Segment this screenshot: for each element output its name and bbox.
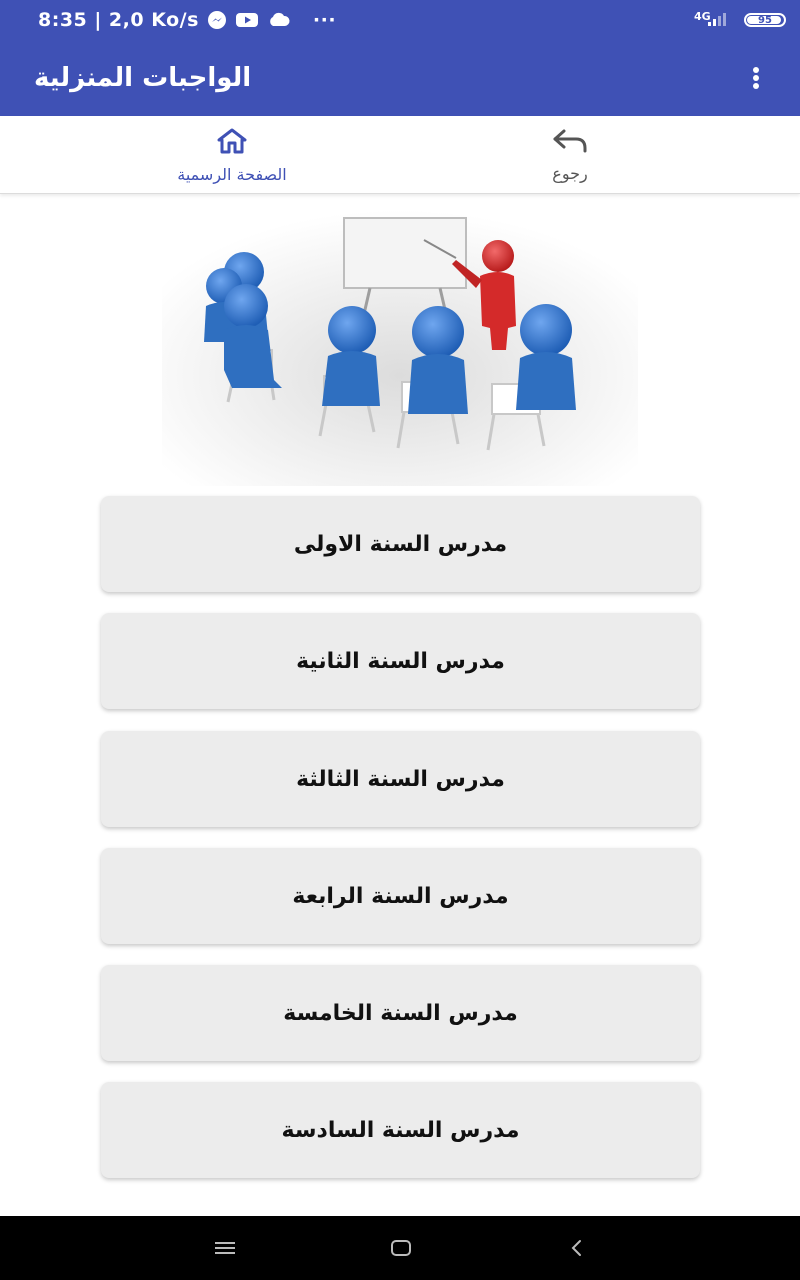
battery-icon: 95 xyxy=(744,13,786,27)
network-type: 4G xyxy=(694,9,711,23)
toolbar: الصفحة الرسمية رجوع xyxy=(0,116,800,194)
grade-1-teacher-button[interactable]: مدرس السنة الاولى xyxy=(101,496,700,592)
youtube-icon xyxy=(235,11,259,29)
grade-1-label: مدرس السنة الاولى xyxy=(293,531,508,557)
status-right: 4G 95 xyxy=(694,10,786,31)
status-left: 8:35 | 2,0 Ko/s ··· xyxy=(38,9,336,31)
grade-4-teacher-button[interactable]: مدرس السنة الرابعة xyxy=(101,848,700,944)
home-label: الصفحة الرسمية xyxy=(177,164,287,184)
grade-5-label: مدرس السنة الخامسة xyxy=(283,1000,518,1026)
back-label: رجوع xyxy=(552,163,588,183)
classroom-illustration xyxy=(162,210,638,486)
back-button[interactable]: رجوع xyxy=(505,116,635,194)
grade-6-label: مدرس السنة السادسة xyxy=(281,1117,520,1143)
grade-2-label: مدرس السنة الثانية xyxy=(296,648,505,674)
app-bar: الواجبات المنزلية xyxy=(0,40,800,116)
signal-icon: 4G xyxy=(694,10,734,31)
grade-3-label: مدرس السنة الثالثة xyxy=(296,766,505,792)
undo-arrow-icon xyxy=(550,128,590,158)
home-button[interactable]: الصفحة الرسمية xyxy=(140,116,324,194)
grade-5-teacher-button[interactable]: مدرس السنة الخامسة xyxy=(101,965,700,1061)
battery-level: 95 xyxy=(758,14,772,26)
home-icon xyxy=(215,127,249,159)
grade-6-teacher-button[interactable]: مدرس السنة السادسة xyxy=(101,1082,700,1178)
app-title: الواجبات المنزلية xyxy=(34,63,252,93)
cloud-icon xyxy=(267,12,291,28)
back-chevron-icon[interactable] xyxy=(557,1232,597,1264)
status-more-dots: ··· xyxy=(312,9,337,31)
status-bar: 8:35 | 2,0 Ko/s ··· 4G 95 xyxy=(0,0,800,40)
grade-3-teacher-button[interactable]: مدرس السنة الثالثة xyxy=(101,731,700,827)
menu-icon[interactable] xyxy=(205,1232,245,1264)
more-vert-icon[interactable] xyxy=(746,64,766,92)
status-time-speed: 8:35 | 2,0 Ko/s xyxy=(38,9,199,31)
system-nav-bar xyxy=(0,1216,800,1280)
grade-4-label: مدرس السنة الرابعة xyxy=(292,883,509,909)
messenger-icon xyxy=(207,10,227,30)
grade-2-teacher-button[interactable]: مدرس السنة الثانية xyxy=(101,613,700,709)
home-square-icon[interactable] xyxy=(381,1232,421,1264)
